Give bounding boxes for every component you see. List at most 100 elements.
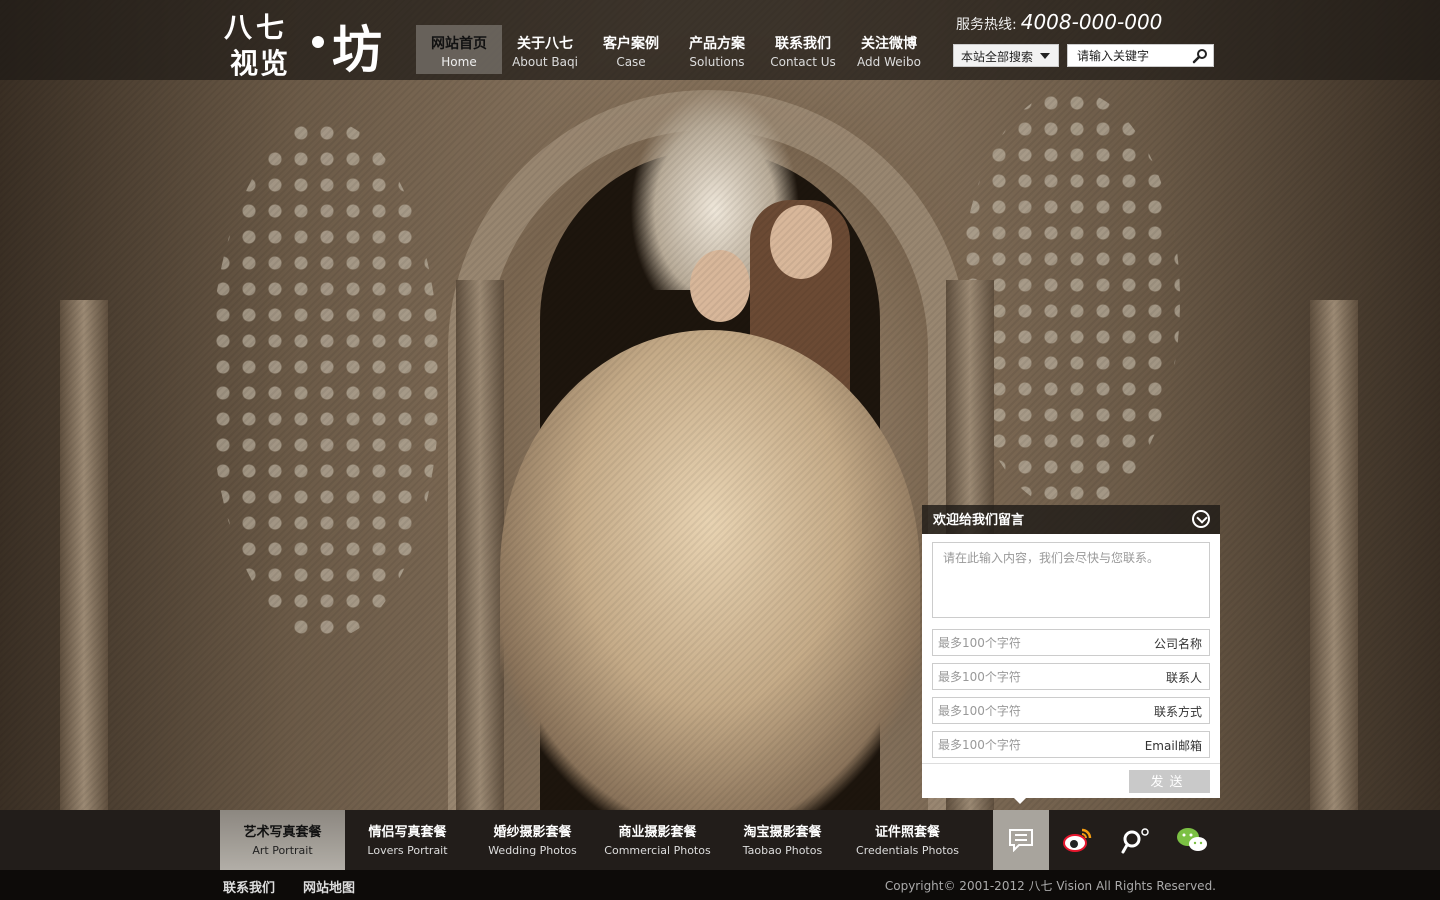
nav-sublabel: Home: [441, 55, 477, 69]
send-button[interactable]: 发送: [1129, 770, 1210, 793]
background-arch-opening: [540, 150, 880, 810]
nav-item-weibo[interactable]: 关注微博 Add Weibo: [846, 25, 932, 74]
category-item-credentials-photos[interactable]: 证件照套餐 Credentials Photos: [845, 810, 970, 870]
nav-sublabel: About Baqi: [512, 55, 578, 69]
background-flowers: [960, 90, 1180, 510]
category-bar: 艺术写真套餐 Art Portrait 情侣写真套餐 Lovers Portra…: [0, 810, 1440, 870]
contact-method-input[interactable]: [933, 698, 1133, 723]
category-list: 艺术写真套餐 Art Portrait 情侣写真套餐 Lovers Portra…: [220, 810, 970, 870]
message-form: 公司名称 联系人 联系方式 Email邮箱 发送: [922, 534, 1220, 798]
message-panel-pointer: [1013, 797, 1027, 804]
site-header: 八七 视览 坊 网站首页 Home 关于八七 About Baqi 客户案例 C…: [0, 0, 1440, 80]
background-pillar: [456, 280, 504, 810]
message-content-input[interactable]: [932, 542, 1210, 618]
field-label: 联系方式: [1153, 705, 1202, 719]
message-panel: 欢迎给我们留言 公司名称 联系人 联系方式 Email邮箱 发送: [922, 505, 1220, 798]
company-name-field: 公司名称: [932, 629, 1210, 656]
category-item-wedding-photos[interactable]: 婚纱摄影套餐 Wedding Photos: [470, 810, 595, 870]
contact-person-input[interactable]: [933, 664, 1133, 689]
category-label: 情侣写真套餐: [368, 825, 447, 840]
nav-item-solutions[interactable]: 产品方案 Solutions: [674, 25, 760, 74]
contact-method-field: 联系方式: [932, 697, 1210, 724]
search-scope-value: 本站全部搜索: [961, 50, 1034, 64]
footer-link-contact[interactable]: 联系我们: [223, 877, 275, 896]
background-arch: [448, 90, 968, 810]
category-item-commercial-photos[interactable]: 商业摄影套餐 Commercial Photos: [595, 810, 720, 870]
nav-label: 客户案例: [603, 36, 659, 52]
category-sublabel: Wedding Photos: [488, 844, 577, 857]
nav-sublabel: Solutions: [689, 55, 745, 69]
message-panel-title: 欢迎给我们留言: [933, 513, 1025, 528]
background-groom: [750, 200, 850, 460]
collapse-icon[interactable]: [1192, 510, 1210, 528]
email-field: Email邮箱: [932, 731, 1210, 758]
service-hotline: 服务热线: 4008-000-000: [956, 10, 1162, 34]
footer-links: 联系我们 网站地图: [223, 877, 383, 896]
nav-item-contact[interactable]: 联系我们 Contact Us: [760, 25, 846, 74]
field-label: Email邮箱: [1144, 739, 1202, 753]
logo-text-line3: 坊: [332, 20, 382, 79]
nav-label: 联系我们: [775, 36, 831, 52]
background-pillar: [1310, 300, 1358, 810]
background-dress: [500, 330, 920, 810]
category-sublabel: Credentials Photos: [856, 844, 959, 857]
nav-label: 产品方案: [689, 36, 745, 52]
site-footer: 联系我们 网站地图 Copyright© 2001-2012 八七 Vision…: [0, 870, 1440, 900]
category-label: 艺术写真套餐: [243, 825, 322, 840]
email-input[interactable]: [933, 732, 1133, 757]
wechat-button[interactable]: [1163, 810, 1220, 870]
tencent-weibo-icon: [1121, 828, 1149, 854]
copyright: Copyright© 2001-2012 八七 Vision All Right…: [884, 879, 1216, 893]
category-sublabel: Commercial Photos: [604, 844, 711, 857]
message-panel-header: 欢迎给我们留言: [922, 505, 1220, 534]
field-label: 联系人: [1165, 671, 1202, 685]
social-links: [993, 810, 1220, 870]
category-item-taobao-photos[interactable]: 淘宝摄影套餐 Taobao Photos: [720, 810, 845, 870]
footer-link-sitemap[interactable]: 网站地图: [303, 877, 355, 896]
background-chandelier: [630, 90, 800, 290]
search-scope-select[interactable]: 本站全部搜索: [953, 44, 1059, 67]
category-item-art-portrait[interactable]: 艺术写真套餐 Art Portrait: [220, 810, 345, 870]
message-button[interactable]: [993, 810, 1049, 870]
category-sublabel: Lovers Portrait: [367, 844, 448, 857]
hero-background: [0, 0, 1440, 810]
weibo-button[interactable]: [1049, 810, 1106, 870]
weibo-icon: [1062, 828, 1091, 852]
hotline-number: 4008-000-000: [1020, 10, 1163, 34]
hotline-label: 服务热线:: [956, 17, 1017, 33]
background-bride-head: [690, 250, 750, 322]
category-item-lovers-portrait[interactable]: 情侣写真套餐 Lovers Portrait: [345, 810, 470, 870]
logo-text-line1: 八七: [224, 11, 289, 44]
message-icon: [1009, 829, 1033, 852]
search-box: [1067, 44, 1214, 67]
nav-sublabel: Contact Us: [770, 55, 836, 69]
category-label: 商业摄影套餐: [618, 825, 697, 840]
nav-item-home[interactable]: 网站首页 Home: [416, 25, 502, 74]
category-label: 淘宝摄影套餐: [743, 825, 822, 840]
nav-item-about[interactable]: 关于八七 About Baqi: [502, 25, 588, 74]
company-name-input[interactable]: [933, 630, 1133, 655]
message-form-footer: 发送: [922, 763, 1220, 798]
tencent-weibo-button[interactable]: [1106, 810, 1163, 870]
field-label: 公司名称: [1153, 637, 1202, 651]
site-logo[interactable]: 八七 视览 坊: [224, 6, 389, 80]
nav-sublabel: Add Weibo: [857, 55, 921, 69]
logo-dot: [312, 36, 324, 48]
background-flowers: [210, 120, 440, 640]
nav-item-case[interactable]: 客户案例 Case: [588, 25, 674, 74]
background-groom-head: [770, 205, 832, 279]
search-icon[interactable]: [1192, 48, 1208, 64]
category-label: 证件照套餐: [874, 825, 940, 840]
category-sublabel: Art Portrait: [252, 844, 313, 857]
nav-label: 关注微博: [861, 36, 917, 52]
logo-text-line2: 视览: [230, 47, 291, 80]
search-input[interactable]: [1068, 45, 1186, 67]
main-nav: 网站首页 Home 关于八七 About Baqi 客户案例 Case 产品方案…: [416, 25, 932, 74]
category-label: 婚纱摄影套餐: [493, 825, 572, 840]
wechat-icon: [1176, 828, 1207, 851]
background-pillar: [60, 300, 108, 810]
nav-label: 关于八七: [517, 36, 573, 52]
contact-person-field: 联系人: [932, 663, 1210, 690]
nav-label: 网站首页: [431, 36, 487, 52]
category-sublabel: Taobao Photos: [742, 844, 823, 857]
